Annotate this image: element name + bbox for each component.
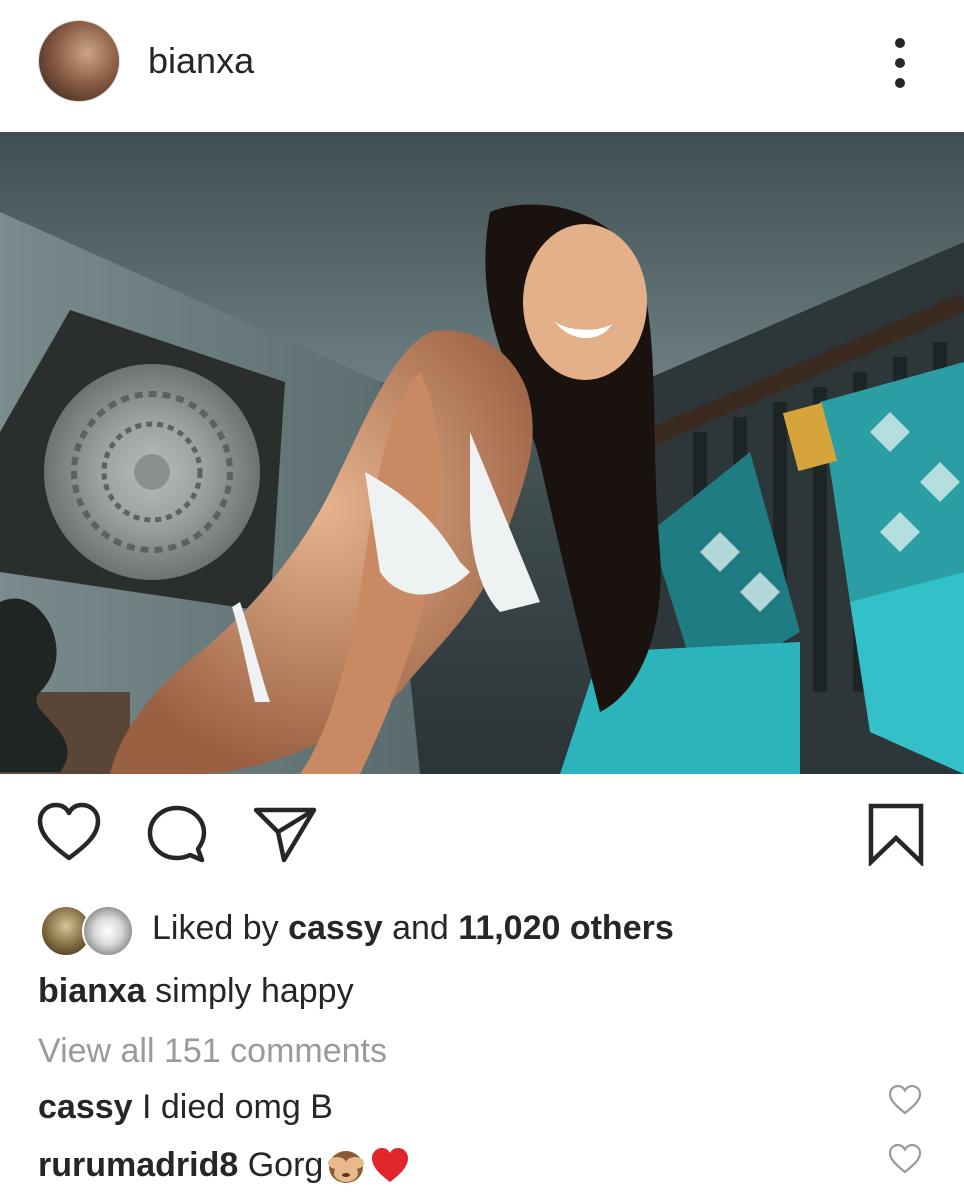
profile-avatar[interactable]	[38, 20, 120, 102]
post-header: bianxa	[0, 0, 964, 130]
post-photo[interactable]	[0, 132, 964, 774]
comment-icon[interactable]	[146, 804, 210, 869]
likes-count[interactable]: 11,020 others	[458, 909, 673, 947]
dot	[895, 58, 905, 68]
post-username[interactable]: bianxa	[148, 40, 254, 82]
dot	[895, 78, 905, 88]
comment-text: Gorg	[247, 1145, 324, 1184]
view-all-comments-link[interactable]: View all 151 comments	[38, 1032, 387, 1071]
heart-icon[interactable]	[36, 802, 102, 867]
red-heart-emoji	[369, 1145, 411, 1185]
avatar	[82, 905, 134, 957]
liker-username[interactable]: cassy	[288, 909, 383, 947]
likes-middle: and	[392, 908, 449, 947]
post-caption: bianxa simply happy	[38, 972, 354, 1011]
comment-item: rurumadrid8 Gorg	[38, 1145, 411, 1185]
bookmark-icon[interactable]	[866, 802, 926, 871]
paper-plane-icon[interactable]	[252, 804, 318, 869]
heart-outline-icon[interactable]	[888, 1143, 922, 1180]
more-options-icon[interactable]	[880, 38, 920, 88]
comment-username[interactable]: cassy	[38, 1088, 133, 1127]
likes-text: Liked by cassy and 11,020 others	[152, 909, 674, 948]
post-actions-bar	[0, 790, 964, 880]
comment-username[interactable]: rurumadrid8	[38, 1146, 238, 1185]
caption-text: simply happy	[155, 972, 354, 1010]
caption-username[interactable]: bianxa	[38, 972, 146, 1010]
likes-summary[interactable]: Liked by cassy and 11,020 others	[40, 900, 674, 957]
dot	[895, 38, 905, 48]
see-no-evil-monkey-emoji	[325, 1145, 367, 1185]
likes-prefix: Liked by	[152, 908, 279, 947]
liker-avatars	[40, 903, 140, 957]
heart-outline-icon[interactable]	[888, 1084, 922, 1121]
comment-text: I died omg B	[142, 1088, 333, 1126]
comment-item: cassy I died omg B	[38, 1088, 333, 1127]
